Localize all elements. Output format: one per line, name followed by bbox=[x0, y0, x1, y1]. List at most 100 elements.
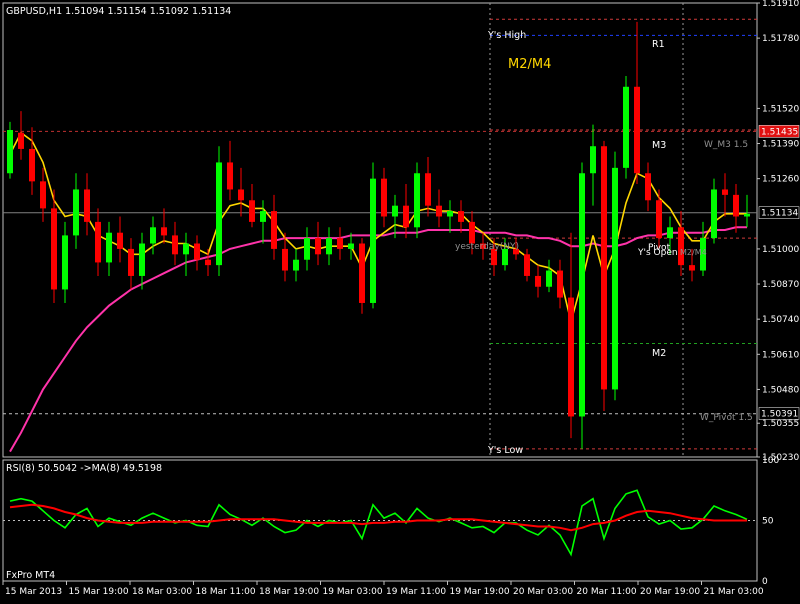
time-tick-label: 21 Mar 03:00 bbox=[704, 587, 764, 597]
chart-annotation: Y's Low bbox=[487, 445, 523, 456]
chart-annotation: Y's Open bbox=[637, 248, 678, 258]
candle-body bbox=[249, 200, 255, 222]
price-tick-label: 1.50480 bbox=[762, 385, 799, 395]
time-tick-label: 19 Mar 11:00 bbox=[386, 587, 446, 597]
candle-body bbox=[73, 189, 79, 236]
time-tick-label: 19 Mar 19:00 bbox=[450, 587, 510, 597]
candle-body bbox=[612, 167, 618, 390]
chart-canvas[interactable]: Y's HighM2/M4R1M3 W_M3 1.5yesterday(NY) Pi… bbox=[0, 0, 800, 600]
candle-body bbox=[601, 146, 607, 390]
candle-body bbox=[326, 238, 332, 255]
chart-annotation: R1 bbox=[652, 39, 665, 50]
candle-body bbox=[293, 259, 299, 271]
candle-body bbox=[238, 189, 244, 201]
candle-body bbox=[711, 189, 717, 239]
price-tick-label: 1.50610 bbox=[762, 350, 799, 360]
candle-body bbox=[348, 243, 354, 249]
candle-body bbox=[161, 227, 167, 236]
candle-body bbox=[62, 235, 68, 290]
candle-body bbox=[304, 238, 310, 260]
candle-body bbox=[139, 243, 145, 276]
candle-body bbox=[590, 146, 596, 174]
candle-body bbox=[337, 238, 343, 249]
chart-annotation: M2/M4 bbox=[508, 57, 551, 72]
candle-body bbox=[84, 189, 90, 222]
chart-annotation: Y's High bbox=[487, 30, 526, 41]
rsi-tick-label: 50 bbox=[762, 517, 774, 527]
broker-label: FxPro MT4 bbox=[6, 570, 55, 581]
candle-body bbox=[315, 238, 321, 255]
rsi-tick-label: 0 bbox=[762, 577, 768, 587]
chart-annotation: M2/M4 bbox=[680, 248, 707, 257]
candle-body bbox=[271, 211, 277, 249]
price-tick-label: 1.51000 bbox=[762, 245, 799, 255]
candle-body bbox=[117, 232, 123, 249]
candle-body bbox=[216, 162, 222, 266]
candle-body bbox=[106, 232, 112, 263]
candle-body bbox=[227, 162, 233, 190]
candle-body bbox=[656, 200, 662, 239]
candle-body bbox=[150, 227, 156, 244]
candle-body bbox=[172, 235, 178, 255]
candle-body bbox=[634, 86, 640, 174]
time-tick-label: 20 Mar 03:00 bbox=[513, 587, 573, 597]
candle-body bbox=[29, 148, 35, 182]
candle-body bbox=[568, 297, 574, 417]
time-tick-label: 18 Mar 11:00 bbox=[196, 587, 256, 597]
rsi-tick-label: 100 bbox=[762, 456, 779, 466]
candle-body bbox=[392, 205, 398, 217]
price-tick-label: 1.50740 bbox=[762, 315, 799, 325]
chart-annotation: W_Pivot 1.5 bbox=[700, 413, 753, 423]
candle-body bbox=[557, 270, 563, 298]
candle-body bbox=[689, 265, 695, 271]
candle-body bbox=[722, 189, 728, 195]
candle-body bbox=[194, 243, 200, 260]
candle-body bbox=[436, 205, 442, 217]
rsi-title: RSI(8) 50.5042 ->MA(8) 49.5198 bbox=[6, 463, 162, 474]
candle-body bbox=[260, 211, 266, 222]
candle-body bbox=[579, 173, 585, 417]
candle-body bbox=[447, 211, 453, 217]
candle-body bbox=[403, 205, 409, 228]
candle-body bbox=[458, 211, 464, 222]
price-tick-label: 1.51520 bbox=[762, 104, 799, 114]
candle-body bbox=[381, 178, 387, 217]
price-tick-label: 1.51260 bbox=[762, 175, 799, 185]
time-tick-label: 20 Mar 11:00 bbox=[577, 587, 637, 597]
price-tick-label: 1.50870 bbox=[762, 280, 799, 290]
chart-background bbox=[0, 0, 800, 600]
time-tick-label: 18 Mar 19:00 bbox=[259, 587, 319, 597]
candle-body bbox=[95, 221, 101, 263]
chart-annotation: yesterday(NY) bbox=[455, 242, 519, 252]
price-tick-label: 1.51780 bbox=[762, 34, 799, 44]
price-tick-label: 1.51910 bbox=[762, 0, 799, 9]
candle-body bbox=[282, 248, 288, 271]
candle-body bbox=[744, 213, 750, 217]
chart-annotation: M2 bbox=[652, 348, 666, 359]
candle-body bbox=[546, 270, 552, 287]
chart-annotation: M3 bbox=[652, 140, 666, 151]
time-tick-label: 20 Mar 19:00 bbox=[640, 587, 700, 597]
candle-body bbox=[18, 132, 24, 149]
candle-body bbox=[205, 259, 211, 266]
mt4-chart-window[interactable]: Y's High M2/M4 R1 M3 W_M3 1.5 yesterday(NY) Pi… bbox=[0, 0, 800, 600]
candle-body bbox=[469, 221, 475, 244]
candle-body bbox=[667, 227, 673, 239]
price-tag-label: 1.50391 bbox=[761, 409, 798, 419]
candle-body bbox=[183, 243, 189, 255]
price-tag-label: 1.51435 bbox=[761, 127, 798, 137]
candle-body bbox=[128, 248, 134, 276]
candle-body bbox=[359, 243, 365, 303]
candle-body bbox=[425, 173, 431, 206]
symbol-info: GBPUSD,H1 1.51094 1.51154 1.51092 1.5113… bbox=[6, 6, 231, 17]
candle-body bbox=[7, 130, 13, 174]
time-tick-label: 15 Mar 2013 bbox=[5, 587, 62, 597]
candle-body bbox=[678, 227, 684, 266]
candle-body bbox=[51, 208, 57, 290]
candle-body bbox=[733, 194, 739, 217]
candle-body bbox=[535, 275, 541, 287]
price-tick-label: 1.50355 bbox=[762, 419, 799, 429]
time-tick-label: 19 Mar 03:00 bbox=[323, 587, 383, 597]
time-tick-label: 18 Mar 03:00 bbox=[132, 587, 192, 597]
candle-body bbox=[623, 86, 629, 168]
